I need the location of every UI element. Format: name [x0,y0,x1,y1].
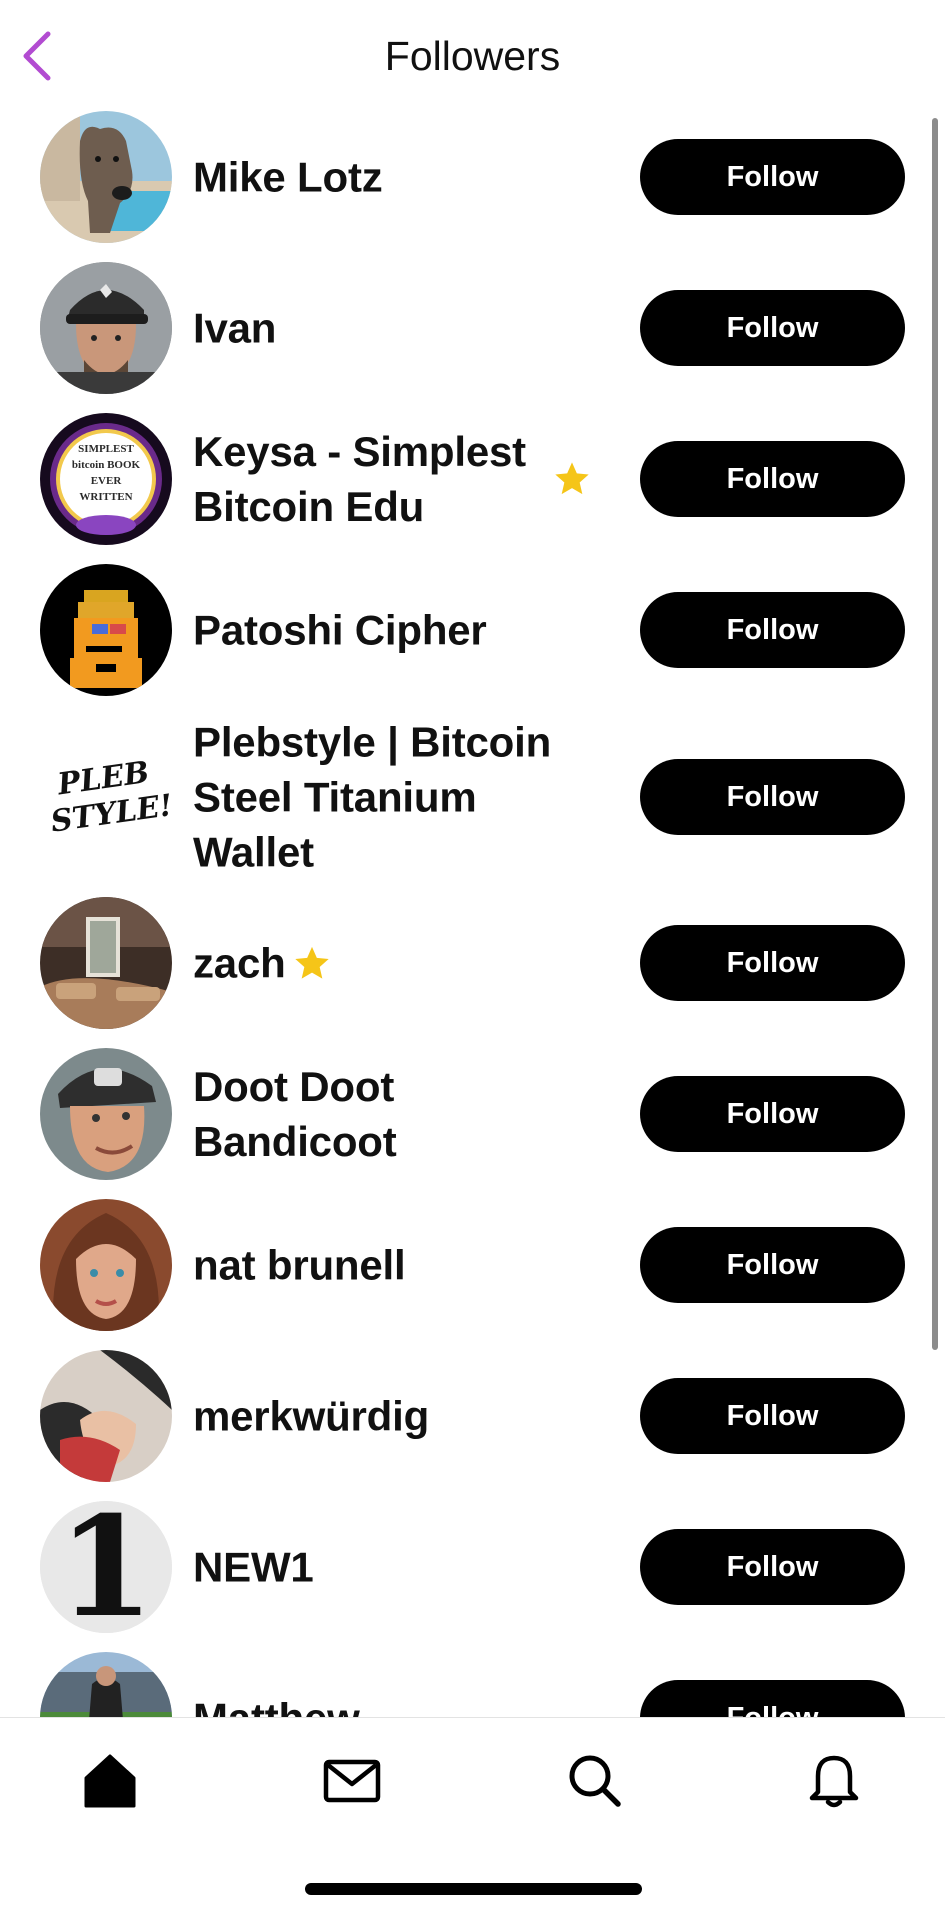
follow-button[interactable]: Follow [640,139,905,215]
tab-home[interactable] [78,1748,142,1812]
follow-button[interactable]: Follow [640,1227,905,1303]
follower-name[interactable]: Ivan [193,301,276,356]
avatar[interactable]: 1 [40,1501,172,1633]
follower-name-wrap: Ivan [193,301,593,356]
book-logo-text: SIMPLEST bitcoin BOOK EVER WRITTEN [71,443,141,503]
follower-name[interactable]: Patoshi Cipher [193,603,487,658]
follower-name-wrap: Plebstyle | Bitcoin Steel Titanium Walle… [193,715,583,880]
follower-name[interactable]: Plebstyle | Bitcoin Steel Titanium Walle… [193,715,583,880]
follow-button[interactable]: Follow [640,925,905,1001]
follower-name-wrap: merkwürdig [193,1389,593,1444]
followers-list[interactable]: Mike Lotz Follow Ivan Follow SIMPLEST bi… [0,108,945,1717]
avatar[interactable] [40,564,172,696]
header: Followers [0,0,945,108]
follower-name-wrap: zach [193,936,593,991]
follower-name-wrap: NEW1 [193,1540,593,1595]
home-indicator [305,1883,642,1895]
follow-button[interactable]: Follow [640,1378,905,1454]
tab-search[interactable] [562,1748,626,1812]
avatar[interactable]: SIMPLEST bitcoin BOOK EVER WRITTEN [40,413,172,545]
scrollbar[interactable] [932,118,938,1350]
avatar[interactable] [40,1350,172,1482]
follow-button[interactable]: Follow [640,759,905,835]
follow-button[interactable]: Follow [640,1680,905,1717]
search-icon [569,1755,621,1807]
follower-name[interactable]: NEW1 [193,1540,314,1595]
follower-name[interactable]: Keysa - Simplest Bitcoin Edu [193,424,543,534]
home-icon [84,1754,136,1808]
avatar[interactable] [40,1199,172,1331]
avatar[interactable] [40,1652,172,1717]
avatar[interactable] [40,262,172,394]
tab-notifications[interactable] [802,1748,866,1812]
follow-button[interactable]: Follow [640,290,905,366]
follower-name-wrap: Mike Lotz [193,150,593,205]
follower-name[interactable]: Matthew [193,1691,360,1718]
tab-messages[interactable] [320,1748,384,1812]
mail-icon [323,1759,381,1803]
follower-name[interactable]: merkwürdig [193,1389,429,1444]
follow-button[interactable]: Follow [640,1529,905,1605]
follower-name[interactable]: zach [193,936,286,991]
follow-button[interactable]: Follow [640,592,905,668]
follower-name[interactable]: Mike Lotz [193,150,383,205]
avatar[interactable]: PLEB STYLE! [40,731,172,863]
follower-name-wrap: nat brunell [193,1238,593,1293]
avatar[interactable] [40,897,172,1029]
follow-button[interactable]: Follow [640,441,905,517]
bell-icon [809,1755,859,1808]
numeral-one-logo: 1 [57,1501,155,1633]
follower-name-wrap: Doot Doot Bandicoot [193,1059,453,1169]
avatar[interactable] [40,1048,172,1180]
follower-name[interactable]: Doot Doot Bandicoot [193,1059,453,1169]
page-title: Followers [384,33,561,79]
follower-name[interactable]: nat brunell [193,1238,406,1293]
star-badge-icon [555,462,589,495]
avatar[interactable] [40,111,172,243]
follow-button[interactable]: Follow [640,1076,905,1152]
follower-name-wrap: Patoshi Cipher [193,603,593,658]
star-badge-icon [294,946,329,979]
follower-name-wrap: Matthew [193,1691,593,1718]
follower-name-wrap: Keysa - Simplest Bitcoin Edu [193,424,543,534]
